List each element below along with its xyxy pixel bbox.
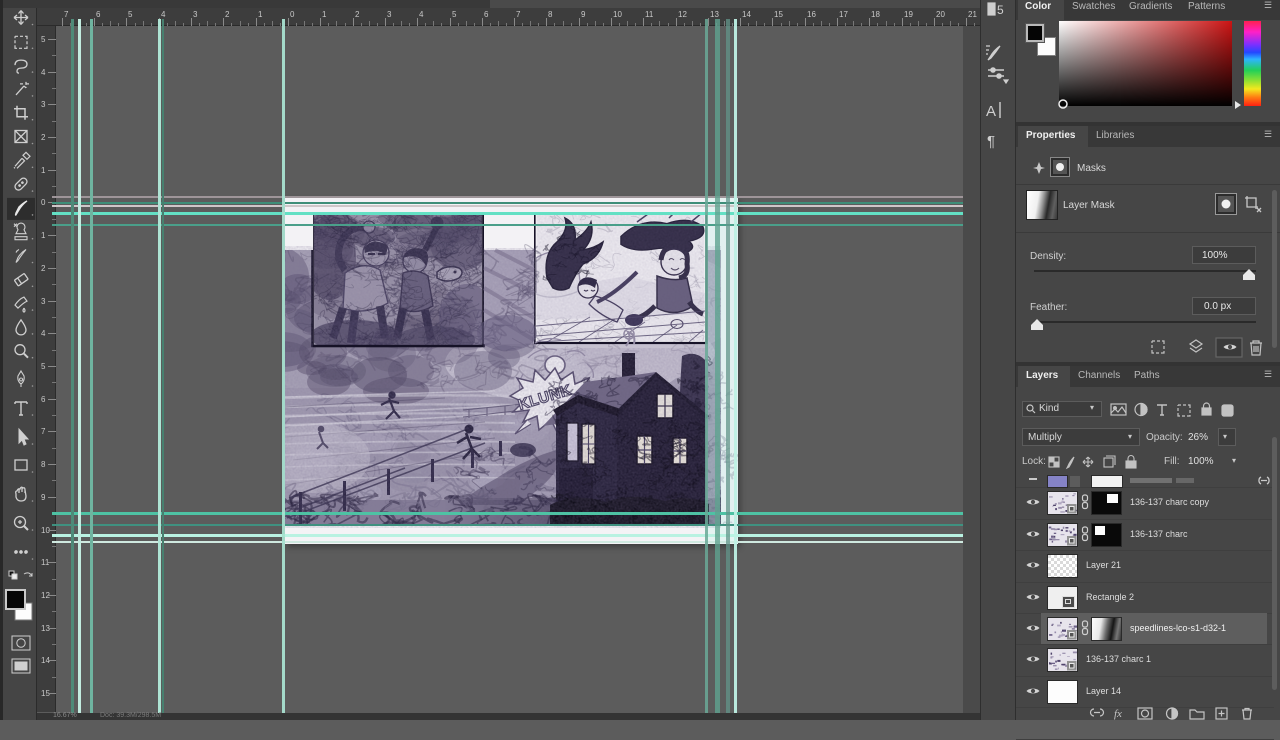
svg-text:fx: fx bbox=[1114, 708, 1122, 720]
svg-text:A: A bbox=[986, 103, 996, 120]
svg-text:¶: ¶ bbox=[987, 133, 995, 150]
svg-text:5: 5 bbox=[997, 3, 1004, 17]
